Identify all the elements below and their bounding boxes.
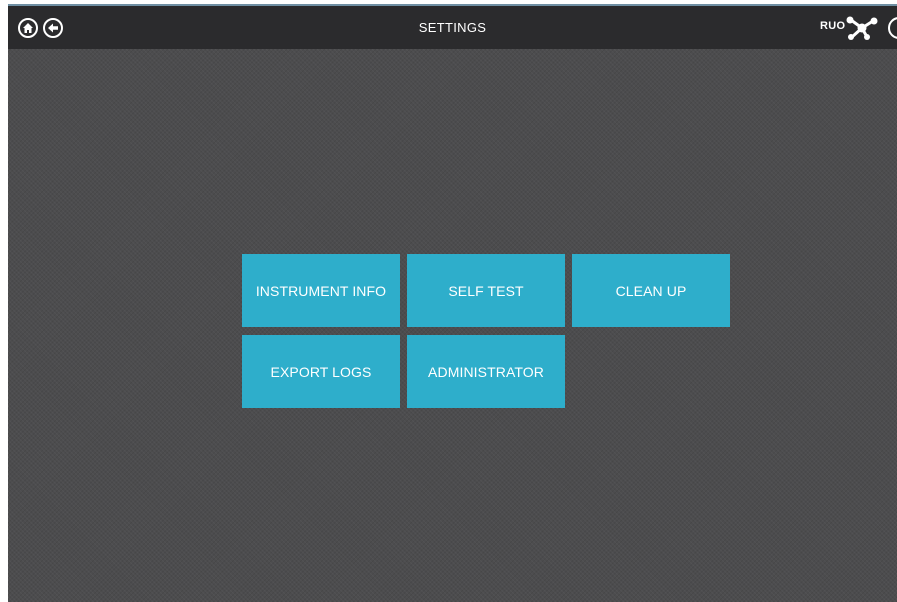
instrument-info-button[interactable]: INSTRUMENT INFO <box>242 254 400 327</box>
page-title: SETTINGS <box>418 20 487 35</box>
ruo-badge: RUO <box>820 20 846 32</box>
app-window: SETTINGS RUO INSTRUMENT INFO SELF TEST C… <box>8 4 897 602</box>
self-test-button[interactable]: SELF TEST <box>407 254 565 327</box>
top-bar: SETTINGS RUO <box>8 4 897 49</box>
administrator-button[interactable]: ADMINISTRATOR <box>407 335 565 408</box>
clean-up-button[interactable]: CLEAN UP <box>572 254 730 327</box>
network-hub-icon[interactable] <box>846 16 880 40</box>
export-logs-button[interactable]: EXPORT LOGS <box>242 335 400 408</box>
